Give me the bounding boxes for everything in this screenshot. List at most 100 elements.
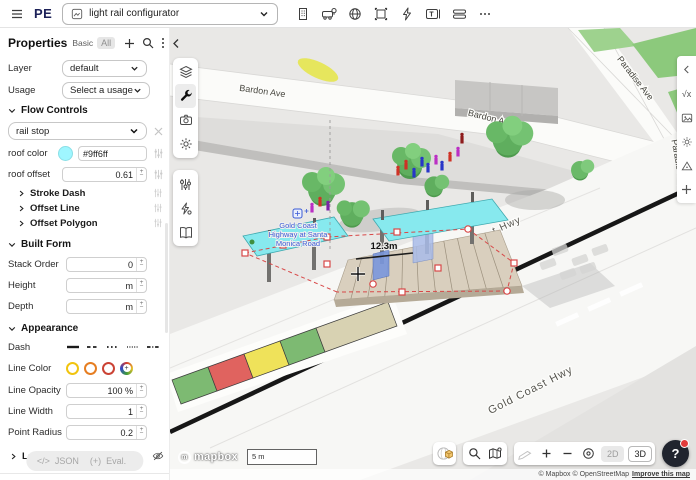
app-logo[interactable]: PE [34, 6, 52, 21]
wrench-icon[interactable] [175, 84, 196, 108]
dash-option-dotted[interactable] [106, 344, 120, 350]
dash-row: Dash [8, 340, 169, 354]
data-driven-icon[interactable] [147, 203, 169, 213]
roof-offset-input[interactable]: 0.61 +− [62, 167, 147, 182]
attribution-link[interactable]: Improve this map [632, 471, 690, 478]
stepper[interactable]: +− [136, 300, 146, 313]
built-form-section[interactable]: Built Form [8, 238, 169, 251]
view-3d-button[interactable]: 3D [628, 446, 652, 462]
textbox-icon[interactable] [422, 4, 444, 24]
stroke-dash-group[interactable]: Stroke Dash [18, 187, 169, 199]
collapse-right-icon[interactable] [678, 59, 695, 80]
roof-color-input[interactable]: #9ff6ff [78, 146, 147, 161]
stepper-down[interactable]: − [140, 306, 144, 311]
map-tools-right: √x [677, 56, 696, 203]
gear-icon[interactable] [175, 132, 196, 156]
data-driven-icon[interactable] [147, 169, 169, 180]
mode-basic[interactable]: Basic [72, 38, 93, 48]
map-fold-icon[interactable] [485, 442, 506, 465]
dash-option-dash-dot[interactable] [146, 344, 160, 350]
code-footer: </> JSON (+) Eval. [26, 451, 143, 471]
rows-icon[interactable] [448, 4, 470, 24]
usage-select[interactable]: Select a usage [62, 82, 150, 99]
stepper-down[interactable]: − [140, 285, 144, 290]
formula-icon[interactable]: √x [678, 83, 695, 104]
search-icon[interactable] [142, 37, 154, 49]
offset-line-group[interactable]: Offset Line [18, 202, 169, 214]
more-icon[interactable] [474, 4, 496, 24]
remove-flow-icon[interactable] [147, 127, 169, 136]
eval-button[interactable]: Eval. [106, 456, 126, 466]
flow-controls-section[interactable]: Flow Controls [8, 104, 169, 117]
building-icon[interactable] [292, 4, 314, 24]
menu-icon[interactable] [6, 4, 28, 24]
camera-icon[interactable] [175, 108, 196, 132]
point-radius-input[interactable]: 0.2 +− [66, 425, 147, 440]
height-input[interactable]: m +− [66, 278, 147, 293]
stepper-down[interactable]: − [140, 411, 144, 416]
offset-polygon-group[interactable]: Offset Polygon [18, 217, 169, 229]
stepper-down[interactable]: − [140, 432, 144, 437]
data-driven-icon[interactable] [147, 188, 169, 198]
vehicle-icon[interactable] [318, 4, 340, 24]
sun-icon[interactable] [678, 131, 695, 152]
mode-all[interactable]: All [97, 37, 115, 49]
dash-option-dashed[interactable] [86, 344, 100, 350]
dash-option-solid[interactable] [66, 344, 80, 350]
stepper[interactable]: +− [136, 405, 146, 418]
view-2d-button[interactable]: 2D [601, 446, 625, 462]
eye-off-icon[interactable] [147, 450, 169, 462]
map-search-icon[interactable] [464, 442, 485, 465]
stepper[interactable]: +− [136, 426, 146, 439]
compass-icon[interactable] [578, 442, 599, 465]
zoom-out-icon[interactable] [557, 442, 578, 465]
bolt-icon[interactable] [396, 4, 418, 24]
project-selector[interactable]: light rail configurator [62, 3, 278, 25]
line-opacity-input[interactable]: 100 % +− [66, 383, 147, 398]
zoom-in-icon[interactable] [536, 442, 557, 465]
terrain-icon[interactable] [678, 155, 695, 176]
stepper-down[interactable]: − [140, 174, 144, 179]
layer-row: Layer default [8, 60, 169, 77]
collapse-panel-icon[interactable] [172, 38, 180, 49]
flow-type-select[interactable]: rail stop [8, 122, 147, 140]
line-color-add[interactable]: + [120, 362, 133, 375]
map-canvas[interactable]: Bardon Ave Bardon Ave Paradise Ave Parad… [170, 28, 696, 480]
image-icon[interactable] [678, 107, 695, 128]
layer-value: default [70, 63, 130, 74]
roof-color-swatch[interactable] [58, 146, 73, 161]
stepper-down[interactable]: − [140, 264, 144, 269]
stepper[interactable]: +− [136, 258, 146, 271]
appearance-section[interactable]: Appearance [8, 322, 169, 335]
line-width-input[interactable]: 1 +− [66, 404, 147, 419]
stepper-down[interactable]: − [140, 390, 144, 395]
stack-order-input[interactable]: 0 +− [66, 257, 147, 272]
add-icon[interactable] [678, 179, 695, 200]
draw-icon[interactable] [515, 442, 536, 465]
line-color-yellow[interactable] [66, 362, 79, 375]
asset-button[interactable] [433, 442, 456, 465]
chevron-right-icon [10, 453, 17, 460]
help-button[interactable]: ? [662, 440, 689, 467]
line-color-red[interactable] [102, 362, 115, 375]
flow-bolt-icon[interactable] [175, 196, 196, 220]
stepper[interactable]: +− [136, 168, 146, 181]
stepper[interactable]: +− [136, 279, 146, 292]
panel-scrollbar[interactable] [165, 223, 168, 333]
mapbox-logo[interactable]: m mapbox [178, 451, 238, 464]
data-driven-icon[interactable] [147, 148, 169, 159]
globe-icon[interactable] [344, 4, 366, 24]
transform-frame-icon[interactable] [370, 4, 392, 24]
json-button[interactable]: JSON [55, 456, 79, 466]
sliders-icon[interactable] [175, 172, 196, 196]
layer-select[interactable]: default [62, 60, 147, 77]
add-property-button[interactable] [124, 38, 135, 49]
depth-input[interactable]: m +− [66, 299, 147, 314]
dash-option-fine-dotted[interactable] [126, 344, 140, 350]
kebab-menu-icon[interactable] [161, 37, 165, 49]
stepper[interactable]: +− [136, 384, 146, 397]
line-color-orange[interactable] [84, 362, 97, 375]
book-icon[interactable] [175, 220, 196, 244]
app-window: PE light rail configurator [0, 0, 696, 480]
layers-icon[interactable] [175, 60, 196, 84]
